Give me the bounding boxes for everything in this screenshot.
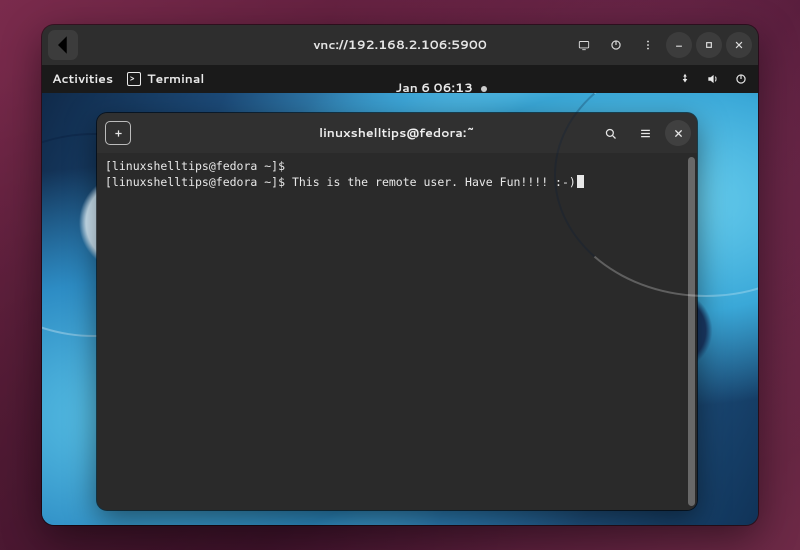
- screenshot-button[interactable]: [570, 31, 598, 59]
- terminal-icon: [127, 72, 141, 86]
- new-tab-icon: [105, 121, 131, 145]
- terminal-window: linuxshelltips@fedora:~ [linuxshelltip: [97, 113, 697, 510]
- terminal-close-button[interactable]: [665, 120, 691, 146]
- system-status-area[interactable]: [678, 72, 748, 86]
- power-button[interactable]: [602, 31, 630, 59]
- host-desktop: vnc://192.168.2.106:5900: [0, 0, 800, 550]
- kebab-menu-button[interactable]: [634, 31, 662, 59]
- close-button[interactable]: [726, 32, 752, 58]
- terminal-body[interactable]: [linuxshelltips@fedora ~]$ [linuxshellti…: [97, 153, 697, 510]
- scrollbar-thumb[interactable]: [688, 157, 695, 506]
- volume-icon: [706, 72, 720, 86]
- terminal-line: [linuxshelltips@fedora ~]$: [105, 159, 285, 173]
- search-icon: [603, 126, 618, 141]
- terminal-line: [linuxshelltips@fedora ~]$ This is the r…: [105, 175, 584, 189]
- hamburger-icon: [638, 126, 653, 141]
- maximize-button[interactable]: [696, 32, 722, 58]
- activities-button[interactable]: Activities: [52, 70, 113, 88]
- prompt: [linuxshelltips@fedora ~]$: [105, 159, 285, 173]
- close-icon: [732, 38, 746, 52]
- power-icon: [609, 38, 623, 52]
- power-menu-icon: [734, 72, 748, 86]
- close-icon: [671, 126, 686, 141]
- hamburger-menu-button[interactable]: [630, 118, 660, 148]
- cmd-text: This is the remote user. Have Fun!!!! :-…: [285, 175, 576, 189]
- notification-dot-icon: [481, 86, 487, 92]
- kebab-icon: [641, 38, 655, 52]
- terminal-title: linuxshelltips@fedora:~: [97, 124, 697, 142]
- maximize-icon: [702, 38, 716, 52]
- cursor-icon: [577, 175, 584, 188]
- terminal-scrollbar[interactable]: [688, 157, 695, 506]
- new-tab-button[interactable]: [103, 118, 133, 148]
- terminal-headerbar: linuxshelltips@fedora:~: [97, 113, 697, 153]
- vnc-viewer-window: vnc://192.168.2.106:5900: [42, 25, 758, 525]
- minimize-icon: [672, 38, 686, 52]
- remote-desktop-wallpaper: linuxshelltips@fedora:~ [linuxshelltip: [42, 93, 758, 525]
- back-button[interactable]: [48, 30, 78, 60]
- vnc-titlebar: vnc://192.168.2.106:5900: [42, 25, 758, 65]
- search-button[interactable]: [595, 118, 625, 148]
- minimize-button[interactable]: [666, 32, 692, 58]
- current-app-indicator[interactable]: Terminal: [127, 70, 204, 88]
- gnome-top-bar: Activities Terminal Jan 6 06:13: [42, 65, 758, 93]
- chevron-left-icon: [48, 30, 78, 60]
- screen-icon: [577, 38, 591, 52]
- network-icon: [678, 72, 692, 86]
- prompt: [linuxshelltips@fedora ~]$: [105, 175, 285, 189]
- current-app-label: Terminal: [147, 70, 204, 88]
